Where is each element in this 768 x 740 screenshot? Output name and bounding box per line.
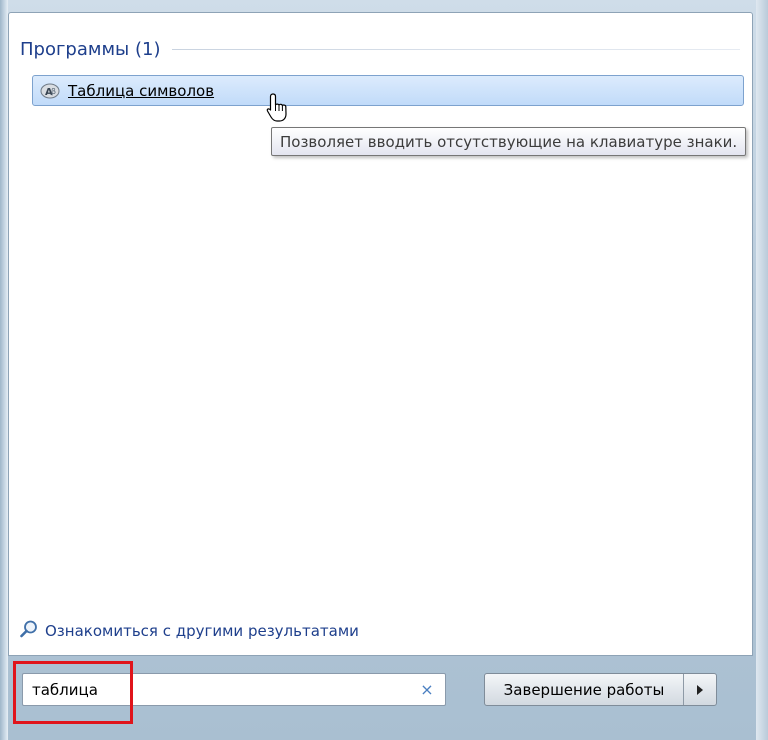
annotation-highlight-box: [13, 661, 133, 724]
search-results-panel: Программы (1) A β Таблица символов: [8, 12, 753, 656]
shutdown-button-group: Завершение работы: [484, 673, 717, 706]
search-magnifier-icon: [19, 619, 39, 643]
character-map-icon: A β: [39, 82, 61, 100]
group-divider: [172, 48, 740, 50]
start-menu-right-rim: [756, 0, 768, 740]
result-item-character-map[interactable]: A β Таблица символов: [32, 75, 744, 106]
see-more-results-link[interactable]: Ознакомиться с другими результатами: [19, 619, 359, 643]
programs-group-header: Программы (1): [20, 37, 740, 61]
clear-search-icon[interactable]: ×: [417, 680, 437, 700]
tooltip: Позволяет вводить отсутствующие на клави…: [271, 127, 747, 156]
programs-group-title[interactable]: Программы (1): [20, 39, 160, 60]
shutdown-options-button[interactable]: [684, 674, 716, 705]
result-item-label: Таблица символов: [68, 81, 215, 100]
svg-text:β: β: [51, 87, 56, 96]
triangle-right-icon: [696, 680, 704, 699]
hand-pointer-cursor-icon: [264, 92, 294, 124]
start-menu-left-rim: [0, 0, 8, 740]
shutdown-button[interactable]: Завершение работы: [485, 674, 684, 705]
see-more-results-label: Ознакомиться с другими результатами: [45, 622, 359, 640]
